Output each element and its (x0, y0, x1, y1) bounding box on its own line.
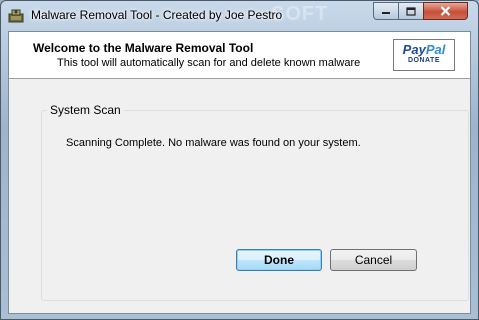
paypal-pay: Pay (402, 42, 426, 57)
maximize-button[interactable] (398, 2, 424, 20)
close-icon (440, 6, 451, 16)
dialog-client-area: Welcome to the Malware Removal Tool This… (8, 31, 471, 314)
header-band: Welcome to the Malware Removal Tool This… (9, 32, 470, 79)
minimize-icon (382, 12, 390, 14)
cancel-button[interactable]: Cancel (330, 249, 417, 271)
close-button[interactable] (423, 2, 468, 20)
title-bar[interactable]: SOFT Malware Removal Tool - Created by J… (1, 1, 478, 31)
paypal-logo: PayPal (394, 42, 454, 57)
malware-tool-app-icon (8, 9, 24, 23)
done-button[interactable]: Done (236, 249, 322, 271)
minimize-button[interactable] (373, 2, 399, 20)
paypal-donate-label: DONATE (407, 57, 441, 64)
paypal-pal: Pal (425, 42, 446, 57)
system-scan-label: System Scan (47, 103, 124, 117)
scan-status-text: Scanning Complete. No malware was found … (66, 137, 361, 149)
maximize-icon (406, 6, 416, 16)
welcome-subtitle: This tool will automatically scan for an… (57, 57, 361, 69)
welcome-heading: Welcome to the Malware Removal Tool (33, 41, 254, 55)
window-title: Malware Removal Tool - Created by Joe Pe… (31, 8, 283, 22)
paypal-donate-button[interactable]: PayPal DONATE (393, 39, 455, 71)
app-window: SOFT Malware Removal Tool - Created by J… (0, 0, 479, 320)
